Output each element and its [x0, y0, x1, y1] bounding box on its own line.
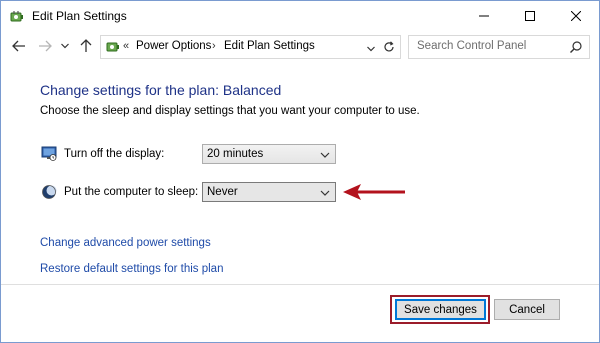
up-button[interactable] — [78, 38, 94, 54]
breadcrumb-overflow[interactable]: « — [123, 40, 129, 52]
close-icon — [571, 11, 581, 21]
footer-divider — [1, 284, 599, 285]
up-arrow-icon — [80, 39, 92, 52]
back-button[interactable] — [11, 38, 27, 54]
close-button[interactable] — [553, 1, 599, 31]
sleep-timeout-value: Never — [207, 186, 238, 198]
refresh-button[interactable] — [378, 35, 401, 59]
forward-button[interactable] — [37, 38, 53, 54]
breadcrumb-power-options[interactable]: Power Options — [136, 40, 211, 52]
breadcrumb-separator[interactable]: › — [212, 40, 216, 52]
maximize-icon — [525, 11, 535, 21]
monitor-icon — [41, 145, 57, 161]
search-input[interactable] — [409, 36, 567, 56]
recent-locations-button[interactable] — [59, 38, 71, 54]
refresh-icon — [384, 41, 394, 52]
display-timeout-label: Turn off the display: — [64, 148, 165, 160]
chevron-down-icon — [61, 43, 69, 49]
control-panel-icon — [105, 39, 121, 55]
chevron-down-icon — [320, 188, 330, 196]
forward-arrow-icon — [39, 40, 52, 52]
power-options-icon — [9, 8, 25, 24]
window-title: Edit Plan Settings — [32, 9, 127, 23]
chevron-down-icon — [367, 46, 375, 52]
maximize-button[interactable] — [507, 1, 553, 31]
moon-icon — [41, 184, 57, 200]
chevron-down-icon — [320, 150, 330, 158]
address-history-chevron[interactable] — [367, 43, 375, 55]
display-timeout-dropdown[interactable]: 20 minutes — [202, 144, 336, 164]
search-box[interactable] — [408, 35, 590, 59]
save-changes-button[interactable]: Save changes — [395, 299, 486, 320]
address-bar[interactable]: « Power Options › Edit Plan Settings — [100, 35, 380, 59]
advanced-power-settings-link[interactable]: Change advanced power settings — [40, 237, 211, 249]
sleep-timeout-dropdown[interactable]: Never — [202, 182, 336, 202]
display-timeout-value: 20 minutes — [207, 148, 264, 160]
cancel-button[interactable]: Cancel — [494, 299, 560, 320]
minimize-icon — [479, 15, 489, 17]
back-arrow-icon — [12, 40, 25, 52]
page-heading: Change settings for the plan: Balanced — [40, 82, 282, 98]
edit-plan-settings-window: Edit Plan Settings « Power Options › Edi… — [0, 0, 600, 343]
annotation-arrow-icon — [343, 184, 405, 200]
restore-defaults-link[interactable]: Restore default settings for this plan — [40, 263, 223, 275]
search-icon[interactable] — [569, 40, 583, 54]
title-bar[interactable]: Edit Plan Settings — [1, 1, 599, 31]
minimize-button[interactable] — [461, 1, 507, 31]
breadcrumb-edit-plan-settings[interactable]: Edit Plan Settings — [224, 40, 315, 52]
navigation-bar: « Power Options › Edit Plan Settings — [1, 31, 599, 61]
page-description: Choose the sleep and display settings th… — [40, 105, 420, 117]
sleep-timeout-label: Put the computer to sleep: — [64, 186, 199, 198]
